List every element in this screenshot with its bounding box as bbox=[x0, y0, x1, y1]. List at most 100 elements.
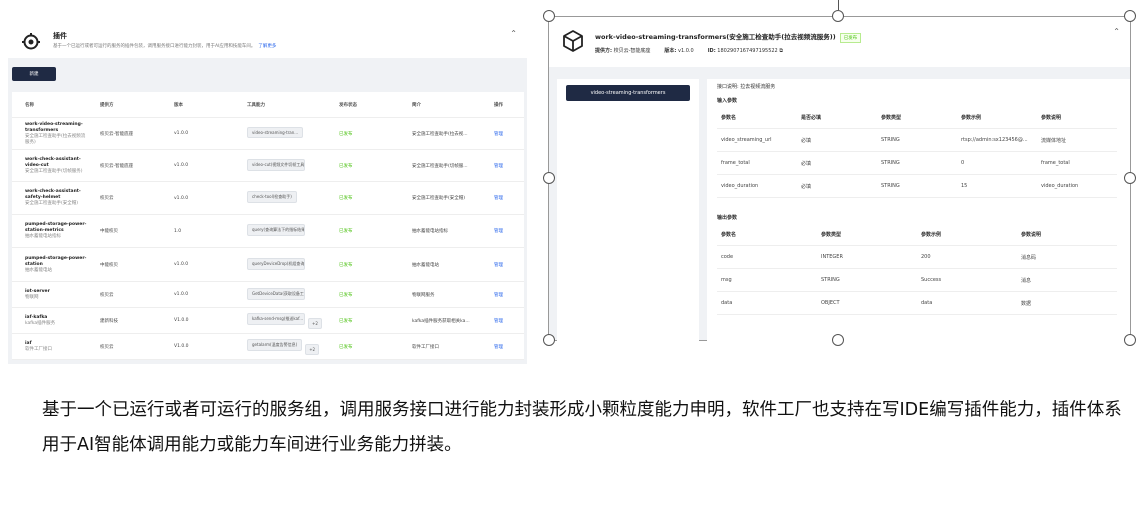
manage-link[interactable]: 管理 bbox=[481, 292, 524, 298]
output-params-table: 参数名 参数类型 参数示例 参数说明 code INTEGER 200 消息码 msg STRIN… bbox=[717, 223, 1117, 315]
plugin-name: pumped-storage-power-station-metrics bbox=[25, 222, 87, 233]
param-row: video_streaming_url 必填 STRING rtsp://admin:… bbox=[717, 129, 1117, 152]
table-row: iot-server 物联网 校贝云 v1.0.0 GetDeviceData(获取设备… bbox=[12, 282, 524, 308]
status-cell: 已发布 bbox=[339, 196, 353, 201]
plugin-subtitle: 软件工厂接口 bbox=[25, 346, 52, 352]
version-cell: v1.0.0 bbox=[174, 262, 189, 267]
resize-handle-tl[interactable] bbox=[543, 10, 555, 22]
param-cell: 流媒体地址 bbox=[1041, 137, 1067, 144]
new-plugin-button[interactable]: 新建 bbox=[12, 67, 56, 81]
col-action: 操作 bbox=[494, 102, 503, 108]
version-cell: v1.0.0 bbox=[174, 163, 189, 168]
param-cell: video_streaming_url bbox=[721, 137, 772, 143]
resize-handle-tr[interactable] bbox=[1124, 10, 1136, 22]
table-row: work-video-streaming-transformers 安全施工检查助… bbox=[12, 118, 524, 150]
tool-sidebar: video-streaming-transformers bbox=[557, 79, 699, 341]
tool-cell: queryDeviceDrop(机组查询... bbox=[234, 257, 326, 272]
more-tools-tag[interactable]: +2 bbox=[308, 317, 322, 329]
plugin-subtitle: 安全施工检查助手(切帧服务) bbox=[25, 168, 83, 174]
param-cell: STRING bbox=[881, 137, 900, 143]
param-row: msg STRING Success 消息 bbox=[717, 269, 1117, 292]
manage-link[interactable]: 管理 bbox=[481, 195, 524, 201]
status-cell: 已发布 bbox=[339, 131, 353, 137]
param-cell: 必填 bbox=[801, 183, 812, 190]
param-cell: OBJECT bbox=[821, 300, 840, 306]
resize-handle-r[interactable] bbox=[1124, 172, 1136, 184]
status-cell: 已发布 bbox=[339, 229, 353, 234]
version-cell: v1.0.0 bbox=[174, 195, 189, 201]
chevron-up-icon[interactable]: ⌃ bbox=[1113, 27, 1120, 36]
plugin-name-cell: iot-server 物联网 bbox=[12, 289, 87, 301]
detail-title: work-video-streaming-transformers(安全施工检查… bbox=[595, 31, 862, 43]
param-col: 参数类型 bbox=[881, 114, 902, 121]
detail-meta: 提供方: 校贝云-智能底座 版本: v1.0.0 ID: 1802907167497… bbox=[595, 48, 783, 54]
plugin-name-cell: work-check-assistant-video-cut 安全施工检查助手(切… bbox=[12, 157, 87, 175]
more-tools-tag[interactable]: +2 bbox=[305, 343, 320, 355]
resize-handle-l[interactable] bbox=[543, 172, 555, 184]
resize-handle-br[interactable] bbox=[1124, 334, 1136, 346]
learn-more-link[interactable]: 了解更多 bbox=[258, 44, 276, 49]
tool-cell: query(查询算法下的指标结果) bbox=[234, 224, 326, 238]
param-col: 参数类型 bbox=[821, 231, 842, 238]
provider-cell: 校贝云 bbox=[100, 292, 114, 298]
resize-handle-t[interactable] bbox=[832, 10, 844, 22]
tool-tag: query(查询算法下的指标结果) bbox=[247, 224, 305, 236]
resize-handle-bl[interactable] bbox=[543, 334, 555, 346]
param-cell: video_duration bbox=[721, 183, 759, 189]
version-cell: V1.0.0 bbox=[174, 318, 189, 323]
version-cell: 1.0 bbox=[174, 228, 182, 234]
tool-tag: getalarm(温度告警信息) bbox=[247, 338, 303, 351]
tool-cell: GetDeviceData(获取设备工况... bbox=[234, 287, 326, 302]
col-tools: 工具能力 bbox=[247, 102, 265, 108]
plugin-list-panel: 插件 基于一个已运行或者可运行的服务的插件包装，调用服务接口进行能力封装，用于A… bbox=[8, 18, 527, 364]
param-cell: msg bbox=[721, 277, 732, 283]
manage-link[interactable]: 管理 bbox=[481, 228, 524, 234]
plugin-subtitle: 安全施工检查助手(安全帽) bbox=[25, 201, 79, 206]
manage-link[interactable]: 管理 bbox=[481, 163, 524, 169]
param-cell: Success bbox=[921, 277, 942, 283]
provider-cell: 中能校贝 bbox=[100, 229, 118, 234]
tool-tag: video-streaming-tran... bbox=[247, 127, 304, 138]
chevron-up-icon[interactable]: ⌃ bbox=[510, 29, 517, 38]
plugin-name-cell: iaf 软件工厂接口 bbox=[12, 341, 87, 353]
manage-link[interactable]: 管理 bbox=[481, 262, 524, 268]
plugin-table: 名称 提供方 版本 工具能力 发布状态 简介 操作 work-video-str… bbox=[12, 92, 524, 360]
param-header: 参数名 参数类型 参数示例 参数说明 bbox=[717, 223, 1117, 246]
plugin-name: work-check-assistant-video-cut bbox=[25, 156, 81, 168]
table-header: 名称 提供方 版本 工具能力 发布状态 简介 操作 bbox=[12, 92, 524, 118]
resize-handle-b[interactable] bbox=[832, 334, 844, 346]
copy-icon[interactable]: ⧉ bbox=[779, 48, 783, 54]
manage-link[interactable]: 管理 bbox=[481, 344, 524, 350]
tool-cell: check-tool(检查助手) bbox=[234, 191, 326, 205]
param-col: 参数说明 bbox=[1021, 231, 1042, 238]
manage-link[interactable]: 管理 bbox=[481, 131, 524, 137]
param-cell: INTEGER bbox=[821, 254, 843, 260]
param-cell: data bbox=[921, 300, 933, 306]
intro-cell: 物联网服务 bbox=[412, 292, 435, 298]
plugin-name-cell: iaf-kafka kafka插件服务 bbox=[12, 315, 87, 327]
manage-link[interactable]: 管理 bbox=[481, 318, 524, 324]
tool-tag: GetDeviceData(获取设备工况... bbox=[247, 287, 305, 300]
page-title: 插件 bbox=[53, 32, 67, 40]
tool-cell: video-cut(视频文件切帧工具) bbox=[234, 158, 326, 173]
provider-cell: 中能校贝 bbox=[100, 262, 118, 268]
tool-cell: kafka-send-msg(推送kaf...+2 bbox=[234, 312, 326, 329]
param-cell: STRING bbox=[881, 160, 900, 166]
version-cell: v1.0.0 bbox=[174, 131, 189, 136]
tool-item-video-streaming[interactable]: video-streaming-transformers bbox=[566, 85, 690, 101]
param-col: 参数示例 bbox=[921, 231, 942, 238]
detail-header: work-video-streaming-transformers(安全施工检查… bbox=[549, 17, 1130, 67]
col-intro: 简介 bbox=[412, 102, 421, 108]
input-params-table: 参数名 是否必填 参数类型 参数示例 参数说明 video_streaming_url 必填… bbox=[717, 106, 1117, 198]
param-cell: STRING bbox=[821, 277, 840, 283]
table-row: work-check-assistant-video-cut 安全施工检查助手(切… bbox=[12, 150, 524, 182]
version-cell: v1.0.0 bbox=[174, 292, 189, 297]
intro-cell: 抽水蓄能电站 bbox=[412, 262, 439, 268]
param-col: 是否必填 bbox=[801, 114, 822, 121]
status-cell: 已发布 bbox=[339, 163, 353, 169]
plugin-header: 插件 基于一个已运行或者可运行的服务的插件包装，调用服务接口进行能力封装，用于A… bbox=[8, 18, 527, 58]
plugin-name-cell: pumped-storage-power-station 抽水蓄能电站 bbox=[12, 256, 87, 274]
param-cell: data bbox=[721, 300, 733, 306]
param-col: 参数说明 bbox=[1041, 114, 1062, 121]
param-cell: 必填 bbox=[801, 160, 812, 167]
